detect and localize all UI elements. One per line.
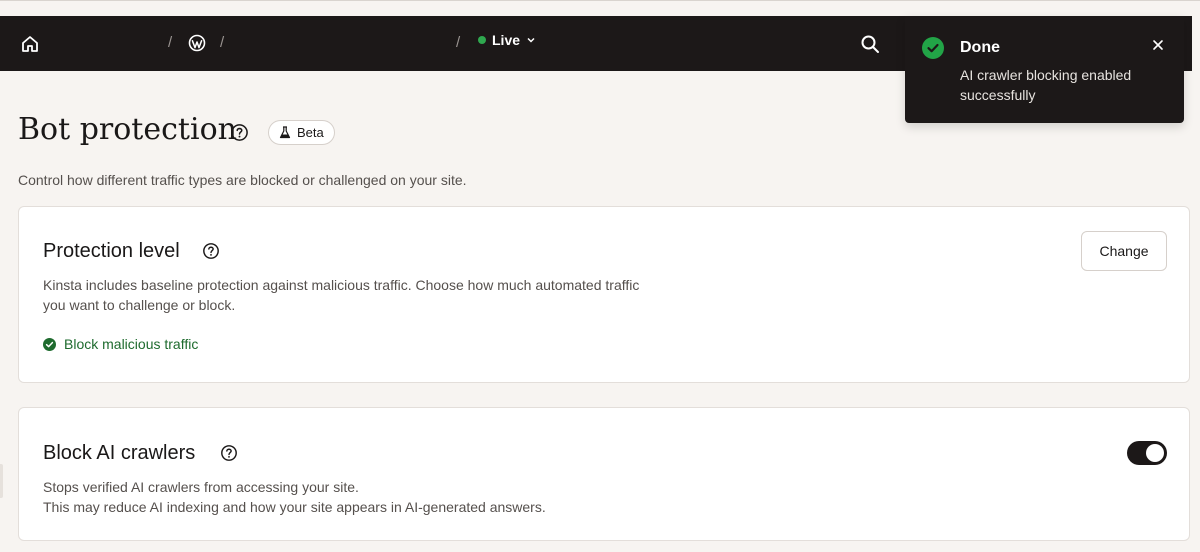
beta-label: Beta [297, 125, 324, 140]
description-line: This may reduce AI indexing and how your… [43, 499, 546, 515]
check-circle-icon [922, 37, 944, 59]
block-ai-crawlers-description: Stops verified AI crawlers from accessin… [43, 477, 743, 517]
home-icon[interactable] [20, 34, 40, 54]
description-line: Stops verified AI crawlers from accessin… [43, 479, 359, 495]
block-ai-crawlers-card: Block AI crawlers Stops verified AI craw… [18, 407, 1190, 541]
page-subtitle: Control how different traffic types are … [18, 172, 467, 188]
live-status-dot [478, 36, 486, 44]
block-ai-crawlers-title: Block AI crawlers [43, 442, 196, 464]
environment-selector[interactable]: Live [478, 32, 536, 48]
breadcrumb-separator: / [168, 34, 173, 51]
protection-level-card: Protection level Kinsta includes baselin… [18, 206, 1190, 383]
help-icon[interactable] [230, 123, 249, 142]
success-toast: Done AI crawler blocking enabled success… [905, 16, 1184, 123]
protection-status-label: Block malicious traffic [64, 336, 199, 352]
toggle-knob [1146, 444, 1164, 462]
breadcrumb-separator: / [456, 34, 461, 51]
protection-status: Block malicious traffic [43, 336, 198, 352]
side-panel-handle[interactable] [0, 464, 3, 498]
close-icon[interactable] [1151, 38, 1165, 52]
flask-icon [279, 126, 291, 139]
page-title: Bot protection [18, 112, 237, 147]
change-protection-button[interactable]: Change [1081, 231, 1167, 271]
window-top-edge [0, 0, 1200, 1]
breadcrumb-separator: / [220, 34, 225, 51]
toast-title: Done [960, 39, 1000, 56]
wordpress-icon[interactable] [188, 34, 206, 52]
chevron-down-icon [527, 37, 535, 43]
environment-label: Live [492, 32, 521, 48]
block-ai-crawlers-toggle[interactable] [1127, 441, 1167, 465]
search-icon[interactable] [860, 34, 880, 54]
protection-level-description: Kinsta includes baseline protection agai… [43, 277, 640, 313]
protection-level-title: Protection level [43, 240, 180, 262]
check-circle-icon [43, 337, 56, 351]
beta-badge: Beta [268, 120, 335, 145]
help-icon[interactable] [202, 242, 220, 260]
toast-message: AI crawler blocking enabled successfully [960, 67, 1132, 103]
help-icon[interactable] [220, 444, 238, 462]
